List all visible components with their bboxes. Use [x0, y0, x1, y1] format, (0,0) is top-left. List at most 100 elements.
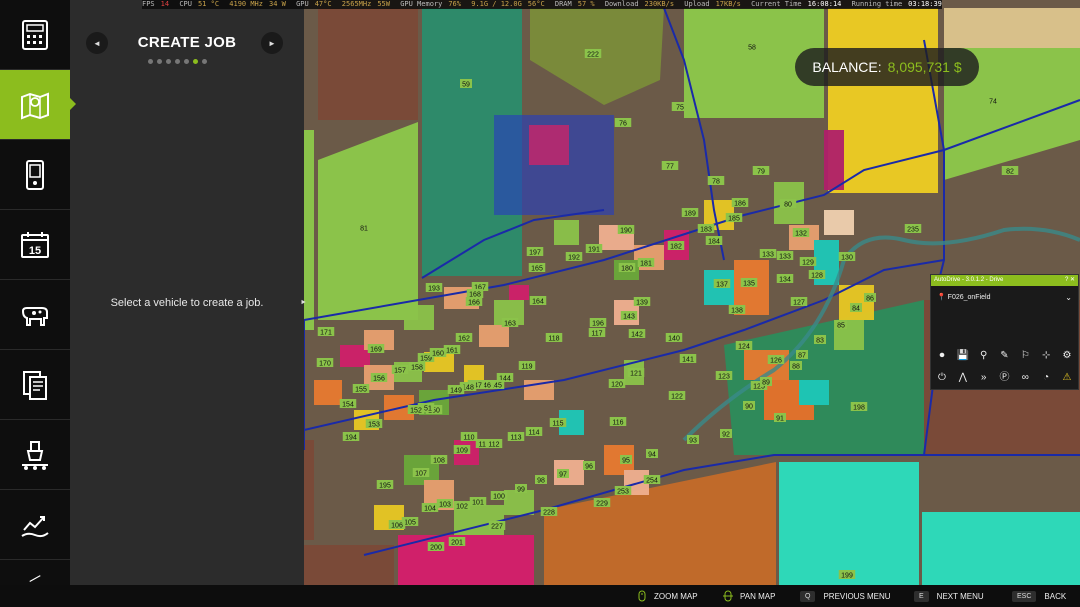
field-number-label[interactable]: 81	[360, 226, 368, 233]
field-number-label[interactable]: 160	[432, 351, 444, 358]
field-number-label[interactable]: 75	[676, 105, 684, 112]
save-icon[interactable]: 💾	[956, 349, 970, 363]
autodrive-close-button[interactable]: ✕	[1070, 277, 1075, 283]
next-page-button[interactable]: ►	[261, 32, 283, 54]
field-number-label[interactable]: 182	[670, 244, 682, 251]
autodrive-target-select[interactable]: 📍 F026_onField ⌄	[937, 292, 1072, 304]
field-number-label[interactable]: 156	[373, 376, 385, 383]
field-number-label[interactable]: 90	[745, 404, 753, 411]
field-number-label[interactable]: 152	[410, 408, 422, 415]
field-number-label[interactable]: 142	[631, 332, 643, 339]
field-number-label[interactable]: 138	[731, 308, 743, 315]
sidebar-item-prices[interactable]	[0, 0, 70, 70]
field-number-label[interactable]: 78	[712, 179, 720, 186]
field-number-label[interactable]: 186	[734, 201, 746, 208]
loop-icon[interactable]: ∞	[1018, 371, 1032, 385]
field-number-label[interactable]: 184	[708, 239, 720, 246]
waypoint-icon[interactable]: ⚲	[977, 349, 991, 363]
chevron-down-icon[interactable]: ⌄	[1065, 292, 1072, 304]
prev-page-button[interactable]: ◄	[86, 32, 108, 54]
panel-collapse-arrow[interactable]: ►	[300, 299, 307, 306]
sidebar-item-production[interactable]	[0, 420, 70, 490]
field-number-label[interactable]: 116	[612, 420, 623, 427]
field-number-label[interactable]: 130	[841, 255, 853, 262]
field-number-label[interactable]: 162	[458, 336, 470, 343]
field-number-label[interactable]: 88	[792, 364, 800, 371]
field-number-label[interactable]: 83	[816, 338, 824, 345]
field-number-label[interactable]: 198	[853, 405, 865, 412]
field-number-label[interactable]: 199	[841, 573, 853, 580]
field-number-label[interactable]: 163	[504, 321, 516, 328]
field-number-label[interactable]: 118	[548, 336, 559, 343]
field-number-label[interactable]: 141	[682, 357, 694, 364]
speed-icon[interactable]: ◔	[1039, 371, 1053, 385]
field-number-label[interactable]: 139	[636, 300, 648, 307]
field-number-label[interactable]: 185	[728, 216, 740, 223]
field-number-label[interactable]: 222	[587, 52, 599, 59]
field-number-label[interactable]: 59	[462, 82, 470, 89]
autodrive-help-button[interactable]: ?	[1065, 277, 1068, 283]
field-number-label[interactable]: 98	[537, 478, 545, 485]
field-number-label[interactable]: 86	[866, 296, 874, 303]
field-number-label[interactable]: 129	[802, 260, 814, 267]
field-number-label[interactable]: 82	[1006, 169, 1014, 176]
field-number-label[interactable]: 190	[620, 228, 632, 235]
field-number-label[interactable]: 192	[568, 255, 580, 262]
field-number-label[interactable]: 114	[528, 430, 539, 437]
field-number-label[interactable]: 108	[433, 458, 445, 465]
field-number-label[interactable]: 154	[342, 402, 354, 409]
field-number-label[interactable]: 153	[368, 422, 380, 429]
field-number-label[interactable]: 106	[391, 523, 403, 530]
field-number-label[interactable]: 155	[355, 387, 367, 394]
field-number-label[interactable]: 119	[521, 364, 532, 371]
field-number-label[interactable]: 93	[689, 438, 697, 445]
field-number-label[interactable]: 158	[411, 365, 423, 372]
field-number-label[interactable]: 89	[762, 380, 770, 387]
field-number-label[interactable]: 128	[811, 273, 823, 280]
field-number-label[interactable]: 113	[510, 435, 521, 442]
field-number-label[interactable]: 97	[559, 472, 567, 479]
sidebar-item-map[interactable]	[0, 70, 76, 140]
field-number-label[interactable]: 193	[428, 286, 440, 293]
field-number-label[interactable]: 169	[370, 347, 382, 354]
edit-route-icon[interactable]: ✎	[997, 349, 1011, 363]
field-number-label[interactable]: 183	[700, 227, 712, 234]
field-number-label[interactable]: 95	[622, 458, 630, 465]
sidebar-item-finances[interactable]	[0, 490, 70, 560]
field-number-label[interactable]: 84	[852, 306, 860, 313]
field-number-label[interactable]: 99	[517, 487, 525, 494]
field-number-label[interactable]: 200	[430, 545, 442, 552]
field-number-label[interactable]: 120	[611, 382, 623, 389]
back-hint[interactable]: ESC BACK	[1012, 585, 1066, 607]
field-number-label[interactable]: 91	[776, 416, 784, 423]
field-number-label[interactable]: 194	[345, 435, 357, 442]
field-number-label[interactable]: 195	[379, 483, 391, 490]
settings-gear-icon[interactable]: ⚙	[1060, 349, 1074, 363]
field-number-label[interactable]: 121	[630, 371, 642, 378]
field-number-label[interactable]: 87	[798, 353, 806, 360]
field-number-label[interactable]: 140	[668, 336, 680, 343]
field-number-label[interactable]: 117	[591, 331, 602, 338]
field-number-label[interactable]: 157	[394, 368, 406, 375]
field-number-label[interactable]: 105	[404, 520, 416, 527]
sidebar-item-vehicles[interactable]	[0, 140, 70, 210]
field-number-label[interactable]: 110	[463, 435, 474, 442]
field-number-label[interactable]: 161	[446, 348, 458, 355]
sidebar-item-contracts[interactable]	[0, 350, 70, 420]
field-number-label[interactable]: 79	[757, 169, 765, 176]
field-number-label[interactable]: 96	[585, 464, 593, 471]
field-number-label[interactable]: 180	[621, 266, 633, 273]
field-number-label[interactable]: 189	[684, 211, 696, 218]
field-number-label[interactable]: 104	[424, 506, 436, 513]
field-number-label[interactable]: 229	[596, 501, 608, 508]
fast-forward-icon[interactable]: »	[977, 371, 991, 385]
field-number-label[interactable]: 171	[320, 330, 332, 337]
field-number-label[interactable]: 85	[837, 323, 845, 330]
field-number-label[interactable]: 168	[469, 292, 481, 299]
field-number-label[interactable]: 124	[738, 344, 750, 351]
field-number-label[interactable]: 196	[592, 321, 604, 328]
sidebar-item-more[interactable]	[0, 560, 70, 585]
field-number-label[interactable]: 115	[552, 421, 563, 428]
field-number-label[interactable]: 107	[415, 471, 427, 478]
field-number-label[interactable]: 254	[646, 478, 658, 485]
